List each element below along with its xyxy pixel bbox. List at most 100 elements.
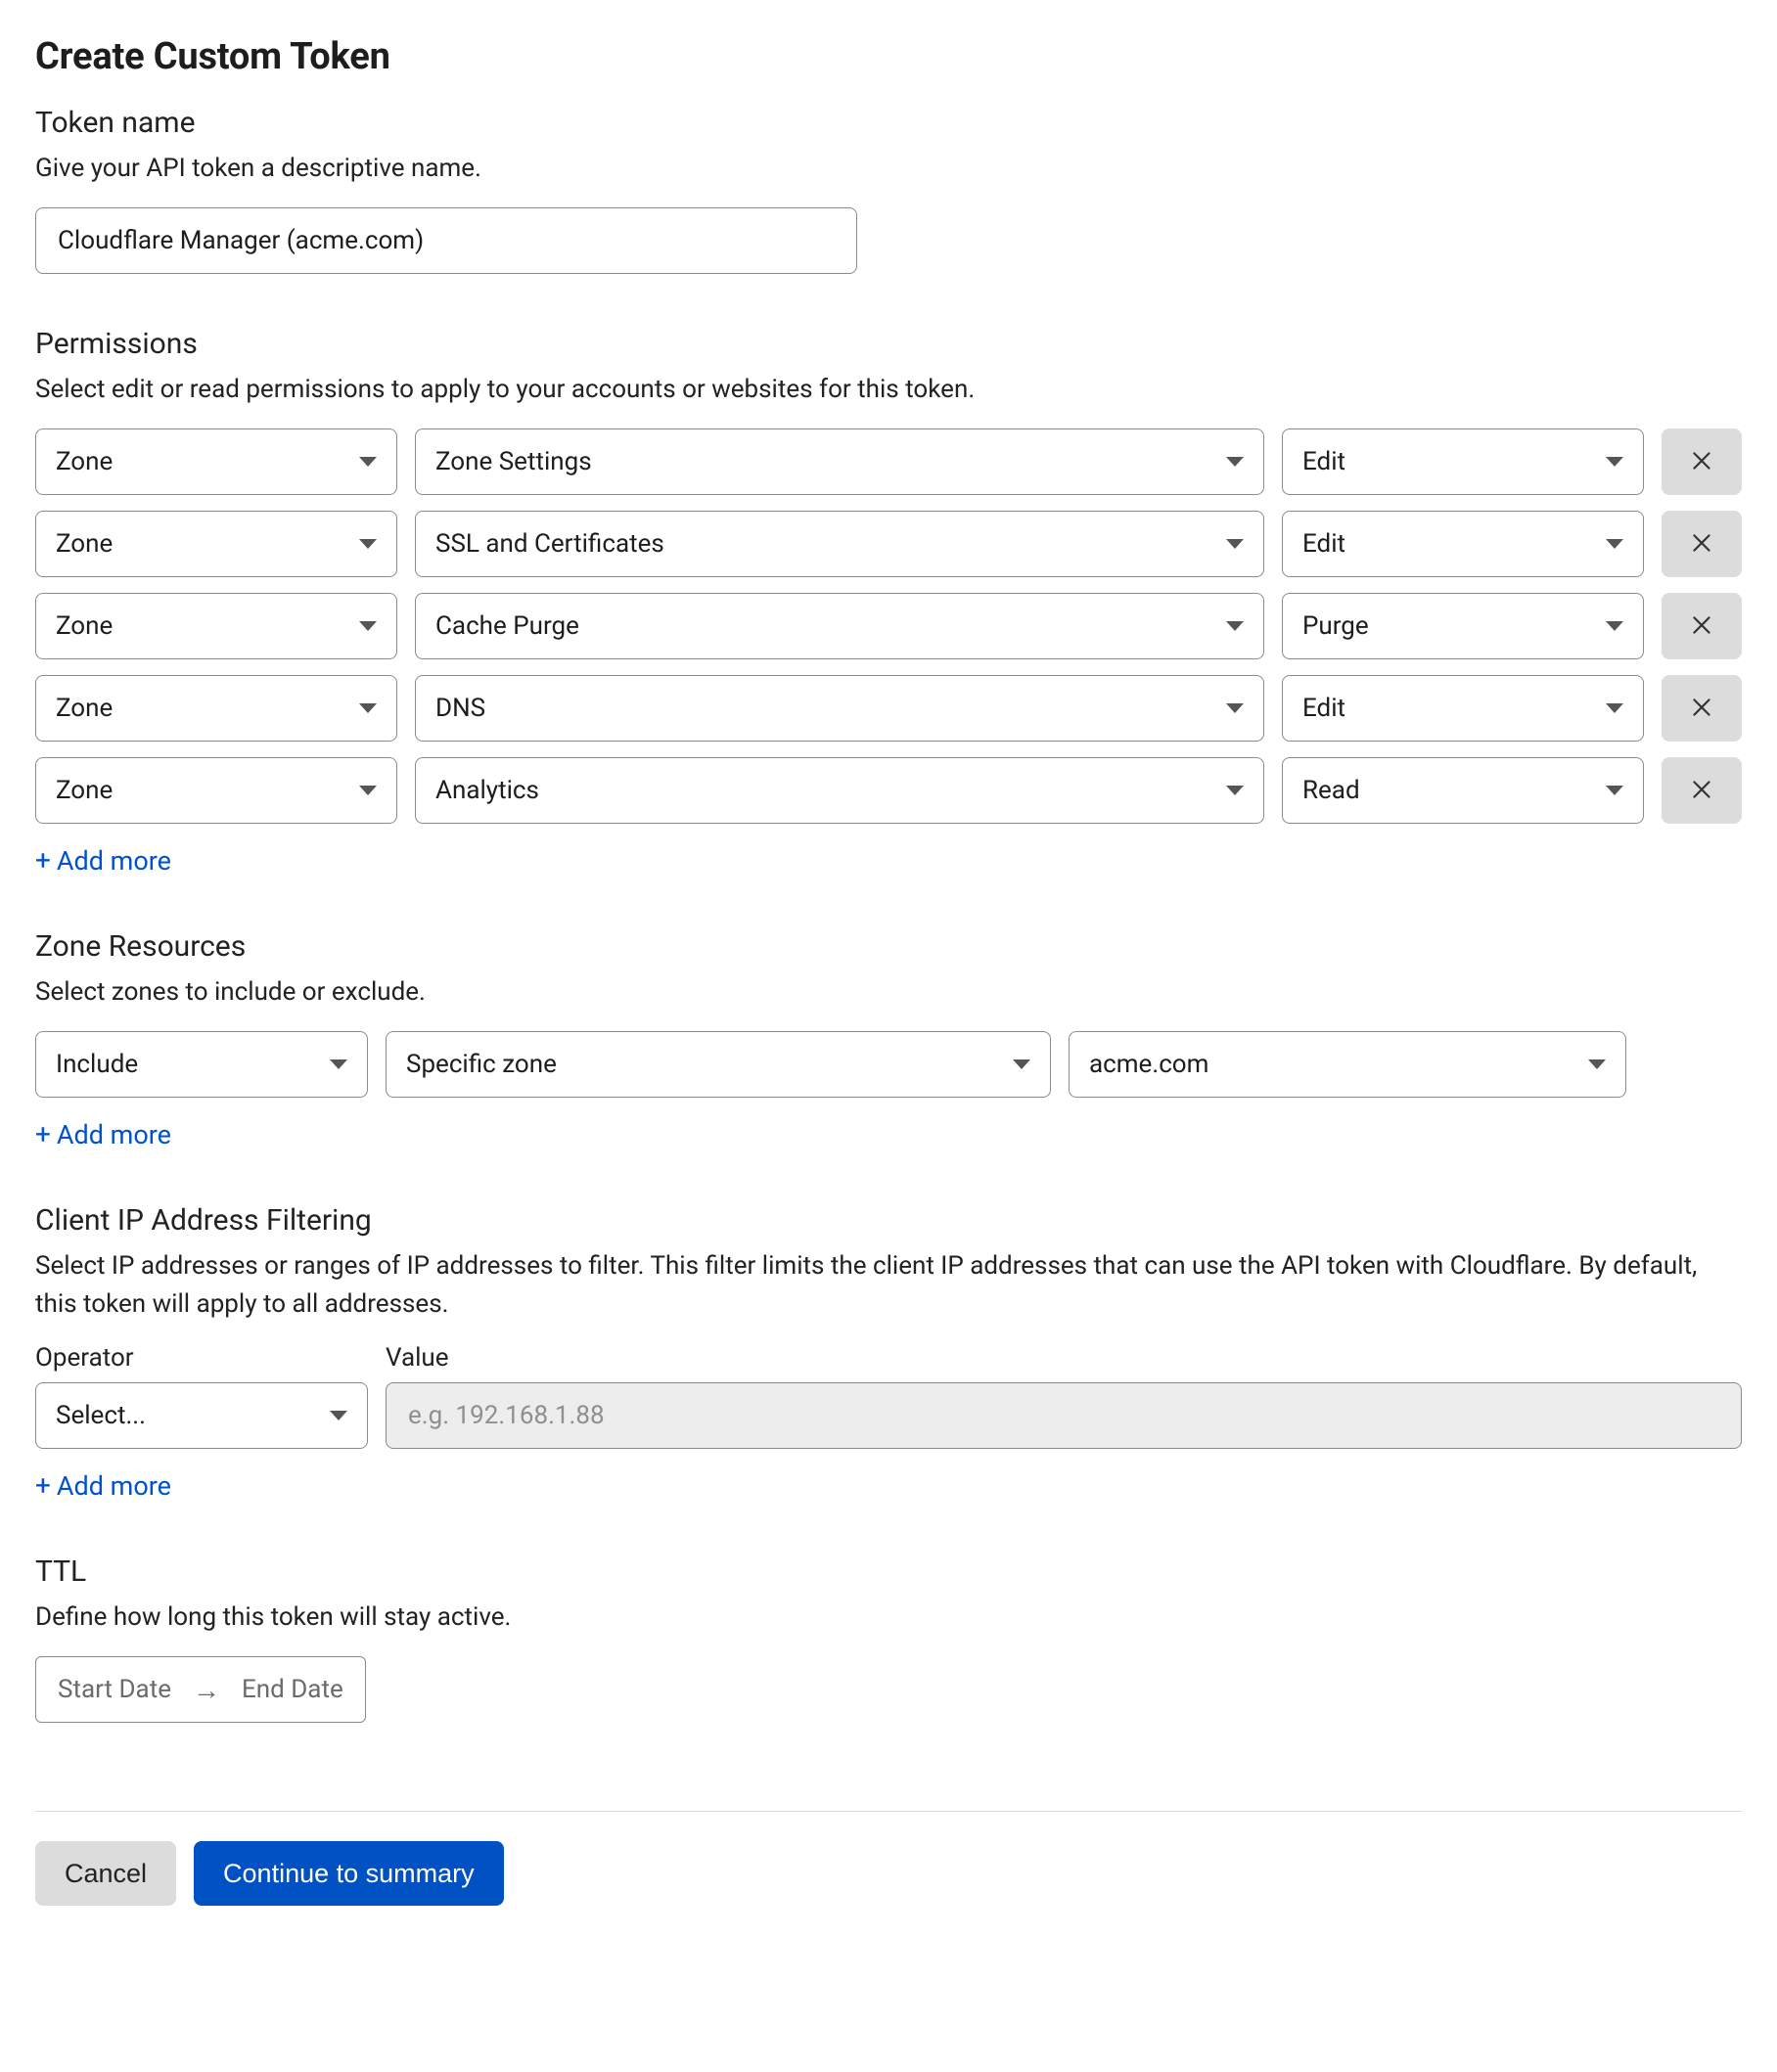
ip-filter-add-more-label: Add more [57,1470,171,1502]
ttl-date-range[interactable]: Start Date → End Date [35,1656,366,1723]
token-name-section: Token name Give your API token a descrip… [35,106,1742,274]
permission-level-select[interactable]: Edit [1282,675,1644,742]
permission-row: Zone Cache Purge Purge [35,593,1742,659]
ip-filter-heading: Client IP Address Filtering [35,1203,1742,1238]
token-name-desc: Give your API token a descriptive name. [35,150,1742,188]
zone-resources-section: Zone Resources Select zones to include o… [35,929,1742,1150]
ip-filter-desc: Select IP addresses or ranges of IP addr… [35,1247,1742,1324]
close-icon [1689,612,1714,641]
permission-scope-select[interactable]: Zone [35,511,397,577]
chevron-down-icon [1226,621,1244,631]
permissions-add-more[interactable]: + Add more [35,845,171,877]
chevron-down-icon [359,457,377,467]
permission-scope-select[interactable]: Zone [35,757,397,824]
chevron-down-icon [1013,1059,1030,1069]
chevron-down-icon [1226,786,1244,795]
permission-scope-value: Zone [56,776,113,805]
permission-level-select[interactable]: Read [1282,757,1644,824]
cancel-button[interactable]: Cancel [35,1841,176,1906]
arrow-right-icon: → [193,1674,220,1706]
permission-resource-value: SSL and Certificates [435,529,664,559]
ip-operator-value: Select... [56,1401,146,1430]
close-icon [1689,448,1714,476]
permission-level-value: Read [1302,776,1360,805]
zone-resource-row: Include Specific zone acme.com [35,1031,1742,1098]
permission-level-select[interactable]: Edit [1282,428,1644,495]
chevron-down-icon [359,621,377,631]
chevron-down-icon [1606,786,1623,795]
permission-level-value: Edit [1302,447,1345,476]
zone-name-select[interactable]: acme.com [1069,1031,1626,1098]
chevron-down-icon [1226,457,1244,467]
permission-resource-select[interactable]: SSL and Certificates [415,511,1264,577]
token-name-input[interactable] [56,225,837,256]
permission-scope-select[interactable]: Zone [35,675,397,742]
ip-operator-select[interactable]: Select... [35,1382,368,1449]
permission-level-value: Purge [1302,611,1369,641]
ttl-heading: TTL [35,1554,1742,1589]
permission-scope-value: Zone [56,694,113,723]
permissions-section: Permissions Select edit or read permissi… [35,327,1742,877]
zone-mode-select[interactable]: Include [35,1031,368,1098]
permission-remove-button[interactable] [1662,675,1742,742]
footer-buttons: Cancel Continue to summary [35,1841,1742,1906]
zone-name-value: acme.com [1089,1050,1208,1079]
close-icon [1689,695,1714,723]
chevron-down-icon [1606,539,1623,549]
permission-row: Zone DNS Edit [35,675,1742,742]
continue-button[interactable]: Continue to summary [194,1841,504,1906]
permission-level-select[interactable]: Purge [1282,593,1644,659]
plus-icon: + [35,1472,51,1500]
permission-resource-select[interactable]: DNS [415,675,1264,742]
permission-level-select[interactable]: Edit [1282,511,1644,577]
chevron-down-icon [1226,539,1244,549]
permission-remove-button[interactable] [1662,511,1742,577]
divider [35,1811,1742,1812]
close-icon [1689,530,1714,559]
chevron-down-icon [1588,1059,1606,1069]
zone-mode-value: Include [56,1050,138,1079]
permissions-add-more-label: Add more [57,845,171,877]
chevron-down-icon [359,539,377,549]
permission-resource-select[interactable]: Zone Settings [415,428,1264,495]
permission-resource-select[interactable]: Cache Purge [415,593,1264,659]
permission-resource-value: DNS [435,694,485,723]
token-name-heading: Token name [35,106,1742,140]
zone-resources-desc: Select zones to include or exclude. [35,973,1742,1012]
ip-value-label: Value [386,1343,1742,1373]
chevron-down-icon [359,703,377,713]
chevron-down-icon [359,786,377,795]
permission-resource-select[interactable]: Analytics [415,757,1264,824]
permissions-heading: Permissions [35,327,1742,361]
permission-remove-button[interactable] [1662,428,1742,495]
permission-scope-select[interactable]: Zone [35,428,397,495]
zone-resources-heading: Zone Resources [35,929,1742,964]
zone-scope-select[interactable]: Specific zone [386,1031,1051,1098]
permission-row: Zone Analytics Read [35,757,1742,824]
permission-remove-button[interactable] [1662,757,1742,824]
chevron-down-icon [330,1411,347,1420]
plus-icon: + [35,1121,51,1149]
ip-operator-label: Operator [35,1343,368,1373]
ttl-section: TTL Define how long this token will stay… [35,1554,1742,1723]
permission-resource-value: Zone Settings [435,447,592,476]
permission-scope-select[interactable]: Zone [35,593,397,659]
permissions-desc: Select edit or read permissions to apply… [35,371,1742,409]
chevron-down-icon [1606,703,1623,713]
ttl-desc: Define how long this token will stay act… [35,1599,1742,1637]
permission-resource-value: Cache Purge [435,611,579,641]
ip-value-input[interactable] [406,1400,1721,1431]
zone-resources-add-more[interactable]: + Add more [35,1119,171,1150]
permission-scope-value: Zone [56,529,113,559]
zone-scope-value: Specific zone [406,1050,557,1079]
zone-resources-add-more-label: Add more [57,1119,171,1150]
permission-level-value: Edit [1302,529,1345,559]
ip-value-input-wrapper [386,1382,1742,1449]
chevron-down-icon [1606,621,1623,631]
plus-icon: + [35,847,51,875]
chevron-down-icon [330,1059,347,1069]
permission-scope-value: Zone [56,447,113,476]
ip-filter-add-more[interactable]: + Add more [35,1470,171,1502]
permission-remove-button[interactable] [1662,593,1742,659]
permission-level-value: Edit [1302,694,1345,723]
